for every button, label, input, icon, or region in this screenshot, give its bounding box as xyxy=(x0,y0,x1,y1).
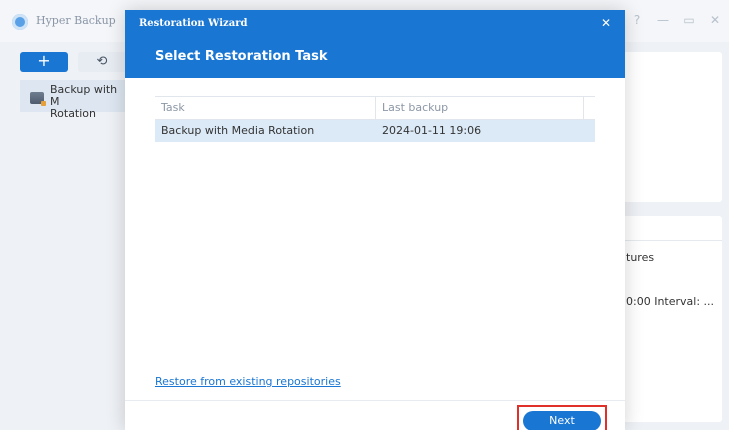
window-controls: ? — ▭ ✕ xyxy=(631,13,721,27)
dialog-heading: Select Restoration Task xyxy=(155,49,328,64)
history-icon[interactable]: ⟲ xyxy=(78,52,126,72)
cell-task: Backup with Media Rotation xyxy=(161,124,315,137)
dialog-header: Restoration Wizard ✕ Select Restoration … xyxy=(125,10,625,78)
table-row[interactable]: Backup with Media Rotation 2024-01-11 19… xyxy=(155,120,595,142)
table-header: Task Last backup xyxy=(155,96,595,120)
task-list-item[interactable]: Backup with M Rotation xyxy=(20,80,130,120)
column-header-last-backup[interactable]: Last backup xyxy=(382,101,448,114)
task-list-item-label: Backup with M Rotation xyxy=(50,83,118,120)
add-task-button[interactable]: + xyxy=(20,52,68,72)
panel-text-features: tures xyxy=(626,251,655,264)
maximize-icon[interactable]: ▭ xyxy=(683,13,695,27)
dialog-footer-divider xyxy=(125,400,625,401)
panel-text-schedule: 0:00 Interval: ... xyxy=(626,295,715,308)
hyper-backup-logo-icon xyxy=(12,14,28,30)
task-details-panel xyxy=(612,52,722,202)
restoration-wizard-dialog: Restoration Wizard ✕ Select Restoration … xyxy=(125,10,625,430)
help-icon[interactable]: ? xyxy=(631,13,643,27)
task-table: Task Last backup Backup with Media Rotat… xyxy=(155,96,595,142)
app-title: Hyper Backup xyxy=(36,14,116,27)
dialog-title: Restoration Wizard xyxy=(139,18,248,29)
backup-task-icon xyxy=(30,92,46,106)
close-icon[interactable]: ✕ xyxy=(709,13,721,27)
next-button[interactable]: Next xyxy=(523,411,601,430)
dialog-close-icon[interactable]: ✕ xyxy=(601,16,611,30)
next-button-highlight: Next xyxy=(517,405,607,430)
cell-last-backup: 2024-01-11 19:06 xyxy=(382,124,482,137)
panel-divider xyxy=(612,240,722,241)
column-separator xyxy=(375,97,376,119)
column-separator xyxy=(583,97,584,119)
minimize-icon[interactable]: — xyxy=(657,13,669,27)
task-info-panel xyxy=(612,216,722,422)
restore-from-repositories-link[interactable]: Restore from existing repositories xyxy=(155,375,341,388)
column-header-task[interactable]: Task xyxy=(161,101,185,114)
app-toolbar: + ⟲ xyxy=(20,52,126,72)
